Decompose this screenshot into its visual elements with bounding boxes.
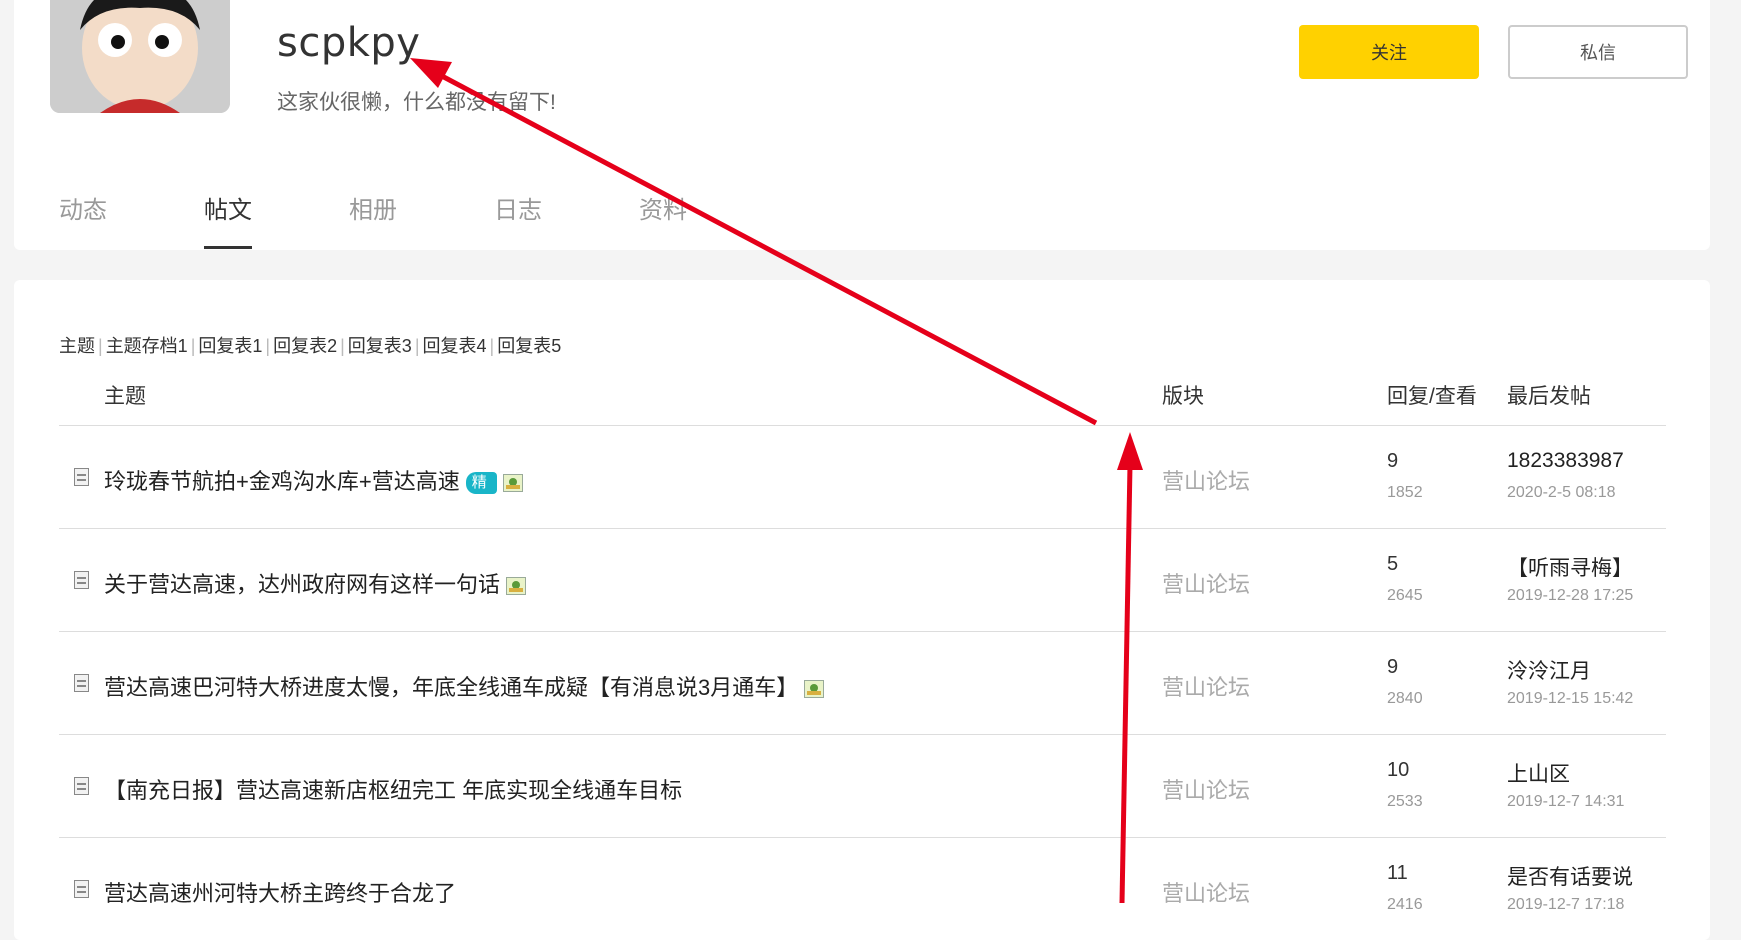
separator: | <box>98 336 103 356</box>
subnav-reply-table-1[interactable]: 回复表1 <box>198 336 262 356</box>
reply-count: 10 <box>1387 759 1410 781</box>
last-post-user[interactable]: 上山区 <box>1507 758 1570 788</box>
thread-title[interactable]: 玲珑春节航拍+金鸡沟水库+营达高速精 <box>104 464 523 496</box>
row-divider <box>59 528 1666 529</box>
header-forum: 版块 <box>1162 385 1204 408</box>
thread-title[interactable]: 营达高速巴河特大桥进度太慢，年底全线通车成疑【有消息说3月通车】 <box>104 670 825 702</box>
reply-count: 9 <box>1387 656 1399 678</box>
thread-title-text[interactable]: 玲珑春节航拍+金鸡沟水库+营达高速 <box>104 469 460 494</box>
subnav-reply-table-5[interactable]: 回复表5 <box>497 336 561 356</box>
thread-icon <box>74 571 89 589</box>
subnav-reply-table-3[interactable]: 回复表3 <box>348 336 412 356</box>
view-count: 2416 <box>1387 896 1423 913</box>
subnav-topic-archive[interactable]: 主题存档1 <box>106 336 188 356</box>
last-post-user[interactable]: 1823383987 <box>1507 449 1624 473</box>
thread-title-text[interactable]: 营达高速州河特大桥主跨终于合龙了 <box>104 881 456 906</box>
separator: | <box>489 336 495 356</box>
last-post-time[interactable]: 2019-12-7 14:31 <box>1507 793 1624 811</box>
digest-badge: 精 <box>465 472 497 495</box>
last-post-time[interactable]: 2020-2-5 08:18 <box>1507 484 1616 502</box>
posts-card <box>14 280 1710 940</box>
forum-link[interactable]: 营山论坛 <box>1162 567 1250 599</box>
last-post-user[interactable]: 【听雨寻梅】 <box>1507 552 1633 582</box>
user-bio: 这家伙很懒，什么都没有留下! <box>277 91 556 114</box>
separator: | <box>265 336 271 356</box>
subnav-reply-table-2[interactable]: 回复表2 <box>273 336 337 356</box>
thread-icon <box>74 674 89 692</box>
thread-title-text[interactable]: 关于营达高速，达州政府网有这样一句话 <box>104 572 500 597</box>
thread-icon <box>74 468 89 486</box>
separator: | <box>190 336 196 356</box>
forum-link[interactable]: 营山论坛 <box>1162 876 1250 908</box>
last-post-time[interactable]: 2019-12-28 17:25 <box>1507 587 1633 605</box>
forum-link[interactable]: 营山论坛 <box>1162 670 1250 702</box>
thread-icon <box>74 777 89 795</box>
subnav-reply-table-4[interactable]: 回复表4 <box>423 336 487 356</box>
row-divider <box>59 837 1666 838</box>
view-count: 1852 <box>1387 484 1423 501</box>
image-attachment-icon <box>804 680 825 699</box>
thread-title[interactable]: 关于营达高速，达州政府网有这样一句话 <box>104 567 527 599</box>
header-reply-view: 回复/查看 <box>1387 385 1477 408</box>
reply-count: 11 <box>1387 862 1408 884</box>
follow-button[interactable]: 关注 <box>1299 25 1479 79</box>
image-attachment-icon <box>502 474 523 493</box>
forum-link[interactable]: 营山论坛 <box>1162 773 1250 805</box>
message-button[interactable]: 私信 <box>1508 25 1688 79</box>
separator: | <box>414 336 420 356</box>
thread-title[interactable]: 【南充日报】营达高速新店枢纽完工 年底实现全线通车目标 <box>104 773 682 805</box>
view-count: 2840 <box>1387 690 1423 707</box>
post-subnav: 主题 | 主题存档1 | 回复表1 | 回复表2 | 回复表3 | 回复表4 | 回复表5 <box>59 332 561 358</box>
row-divider <box>59 734 1666 735</box>
image-attachment-icon <box>506 577 527 596</box>
last-post-time[interactable]: 2019-12-15 15:42 <box>1507 690 1633 708</box>
header-last-post: 最后发帖 <box>1507 385 1591 408</box>
row-divider <box>59 631 1666 632</box>
thread-title-text[interactable]: 营达高速巴河特大桥进度太慢，年底全线通车成疑【有消息说3月通车】 <box>104 675 798 700</box>
tab-posts[interactable]: 帖文 <box>204 190 252 249</box>
last-post-user[interactable]: 泠泠江月 <box>1507 655 1591 685</box>
thread-icon <box>74 880 89 898</box>
reply-count: 5 <box>1387 553 1399 575</box>
last-post-user[interactable]: 是否有话要说 <box>1507 861 1633 891</box>
view-count: 2533 <box>1387 793 1423 810</box>
last-post-time[interactable]: 2019-12-7 17:18 <box>1507 896 1624 914</box>
thread-title-text[interactable]: 【南充日报】营达高速新店枢纽完工 年底实现全线通车目标 <box>104 778 682 803</box>
forum-link[interactable]: 营山论坛 <box>1162 464 1250 496</box>
header-divider <box>59 425 1666 426</box>
tab-album[interactable]: 相册 <box>349 190 397 225</box>
header-topic: 主题 <box>104 385 146 408</box>
username: scpkpy <box>277 20 421 66</box>
tab-profile-info[interactable]: 资料 <box>639 190 687 225</box>
separator: | <box>340 336 345 356</box>
avatar[interactable] <box>50 0 230 113</box>
view-count: 2645 <box>1387 587 1423 604</box>
reply-count: 9 <box>1387 450 1399 472</box>
thread-title[interactable]: 营达高速州河特大桥主跨终于合龙了 <box>104 876 456 908</box>
tab-activity[interactable]: 动态 <box>59 190 107 225</box>
tab-blog[interactable]: 日志 <box>494 190 542 225</box>
subnav-topics[interactable]: 主题 <box>59 336 95 356</box>
